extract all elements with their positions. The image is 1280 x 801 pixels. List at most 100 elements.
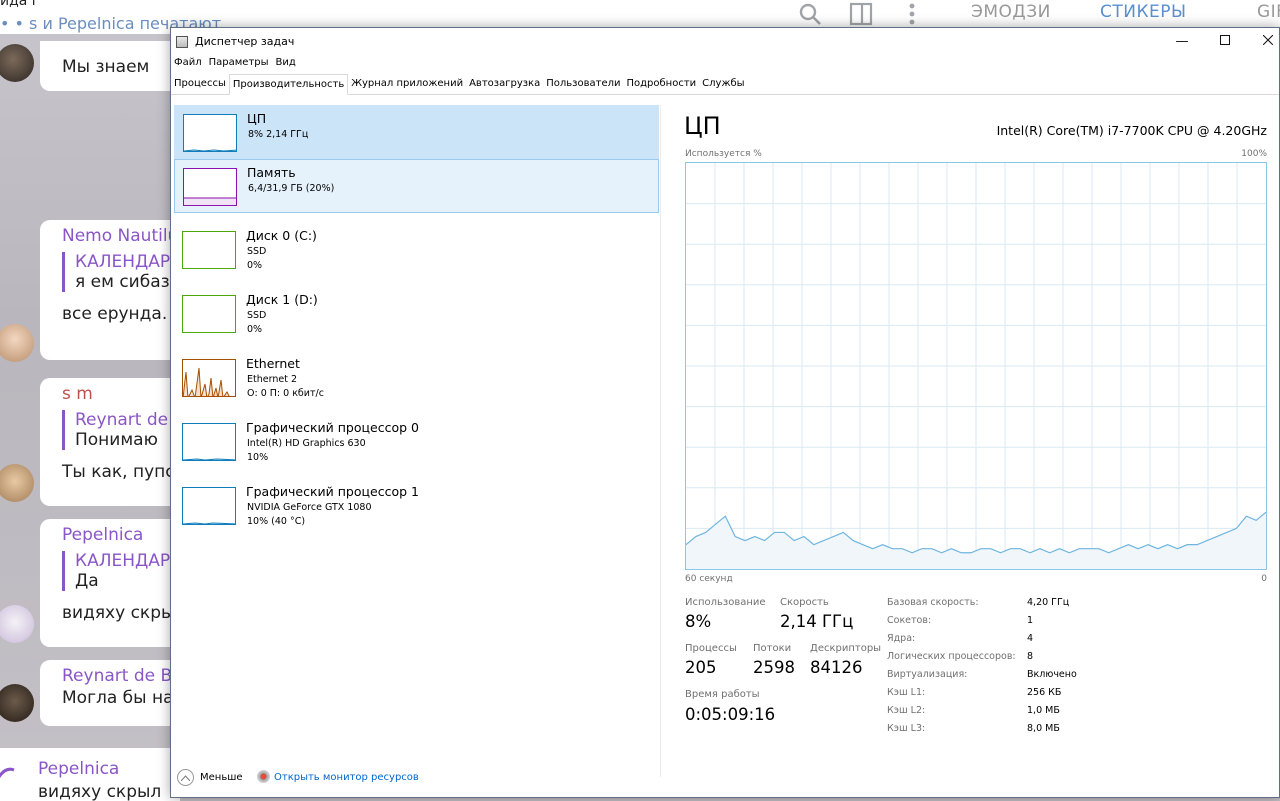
quote-text: Да [75, 571, 99, 591]
tab-emoji[interactable]: ЭМОДЗИ [971, 2, 1051, 22]
tab-bar: Процессы Производительность Журнал прило… [171, 74, 1279, 95]
spec-value: 8 [1027, 651, 1034, 662]
device-ethernet[interactable]: Ethernet Ethernet 2 О: 0 П: 0 кбит/с [174, 351, 659, 405]
axis-label-usage: Используется % [685, 149, 762, 159]
spec-value: 256 КБ [1027, 687, 1062, 698]
search-icon[interactable] [798, 2, 822, 26]
device-usage: 0% [247, 324, 263, 335]
menu-file[interactable]: Файл [174, 57, 202, 73]
axis-label-time: 60 секунд [685, 574, 733, 584]
menu-view[interactable]: Вид [276, 57, 296, 73]
tab-users[interactable]: Пользователи [543, 74, 623, 95]
tab-processes[interactable]: Процессы [171, 74, 229, 95]
spec-value: 1 [1027, 615, 1034, 626]
spec-key: Кэш L1: [887, 687, 926, 698]
message-author[interactable]: s m [62, 384, 180, 404]
device-detail: 8% 2,14 ГГц [248, 129, 309, 140]
memory-thumbnail [183, 168, 237, 206]
tab-details[interactable]: Подробности [623, 74, 699, 95]
quote-text: Понимаю [75, 430, 158, 450]
reply-quote[interactable]: Reynart de Понимаю [62, 410, 180, 450]
message-text: все ерунда. н [62, 304, 180, 324]
device-detail: Intel(R) HD Graphics 630 [247, 438, 366, 449]
avatar[interactable] [0, 44, 34, 82]
threads-label: Потоки [753, 643, 792, 654]
message-author[interactable]: Pepelnica [62, 525, 180, 545]
spec-value: 1,0 МБ [1027, 705, 1060, 716]
spec-key: Кэш L2: [887, 705, 926, 716]
quote-author: Reynart de [75, 410, 169, 430]
threads-value: 2598 [753, 658, 795, 677]
more-vertical-icon[interactable] [900, 2, 924, 26]
device-detail: SSD [247, 310, 267, 321]
spec-key: Базовая скорость: [887, 597, 979, 608]
cpu-model: Intel(R) Core(TM) i7-7700K CPU @ 4.20GHz [996, 123, 1267, 138]
tab-stickers[interactable]: СТИКЕРЫ [1100, 2, 1187, 22]
spec-key: Виртуализация: [887, 669, 968, 680]
reply-quote[interactable]: КАЛЕНДАРЬ Да [62, 551, 180, 591]
reply-quote[interactable]: КАЛЕНДАРЬ я ем сибазон [62, 252, 180, 292]
message-bubble: Мы знаем [40, 41, 180, 91]
message-author[interactable]: Reynart de Bu [62, 666, 180, 686]
minimize-button[interactable]: — [1159, 31, 1205, 53]
tab-app-history[interactable]: Журнал приложений [348, 74, 466, 95]
avatar[interactable] [0, 684, 34, 722]
message-author[interactable]: Nemo Nautilus [62, 226, 180, 246]
device-gpu-0[interactable]: Графический процессор 0 Intel(R) HD Grap… [174, 415, 659, 469]
avatar[interactable] [0, 464, 34, 502]
message-bubble: Pepelnica КАЛЕНДАРЬ Да видяху скрыл [40, 519, 180, 647]
disk-thumbnail [182, 231, 236, 269]
spec-value: 8,0 МБ [1027, 723, 1060, 734]
device-usage: О: 0 П: 0 кбит/с [247, 388, 324, 399]
chevron-up-icon [180, 775, 191, 782]
close-icon [1262, 34, 1274, 46]
device-detail: 6,4/31,9 ГБ (20%) [248, 183, 335, 194]
reply-preview[interactable]: Pepelnica видяху скрыл [0, 748, 180, 801]
device-name: Графический процессор 1 [246, 484, 419, 499]
spec-value: 4,20 ГГц [1027, 597, 1070, 608]
message-text: Ты как, пупс? [62, 462, 180, 482]
collapse-button[interactable] [177, 769, 194, 786]
reply-text: видяху скрыл [38, 782, 162, 801]
quote-author: КАЛЕНДАРЬ [75, 252, 180, 272]
maximize-button[interactable] [1202, 31, 1248, 53]
quote-author: КАЛЕНДАРЬ [75, 551, 180, 571]
device-disk-1[interactable]: Диск 1 (D:) SSD 0% [174, 287, 659, 341]
quote-text: я ем сибазон [75, 272, 180, 292]
gpu-thumbnail [182, 487, 236, 525]
resource-monitor-icon [257, 770, 270, 783]
window-title: Диспетчер задач [195, 35, 295, 48]
sidebar-toggle-icon[interactable] [849, 2, 873, 26]
device-detail: Ethernet 2 [247, 374, 297, 385]
pane-divider[interactable] [660, 105, 661, 777]
tab-services[interactable]: Службы [699, 74, 747, 95]
tab-startup[interactable]: Автозагрузка [466, 74, 543, 95]
device-gpu-1[interactable]: Графический процессор 1 NVIDIA GeForce G… [174, 479, 659, 533]
gpu-thumbnail [182, 423, 236, 461]
device-disk-0[interactable]: Диск 0 (C:) SSD 0% [174, 223, 659, 277]
menu-options[interactable]: Параметры [209, 57, 269, 73]
device-cpu[interactable]: ЦП 8% 2,14 ГГц [174, 105, 659, 159]
device-name: Графический процессор 0 [246, 420, 419, 435]
device-memory[interactable]: Память 6,4/31,9 ГБ (20%) [174, 159, 659, 213]
tab-performance[interactable]: Производительность [228, 74, 349, 95]
uptime-value: 0:05:09:16 [685, 705, 776, 724]
spec-value: 4 [1027, 633, 1034, 644]
utilization-label: Использование [685, 597, 766, 608]
processes-value: 205 [685, 658, 717, 677]
fewer-details-link[interactable]: Меньше [200, 772, 243, 783]
device-name: Диск 1 (D:) [246, 292, 318, 307]
open-resource-monitor-link[interactable]: Открыть монитор ресурсов [274, 772, 419, 783]
avatar[interactable] [0, 324, 34, 362]
cpu-title: ЦП [684, 112, 721, 140]
axis-label-max: 100% [1241, 149, 1267, 159]
avatar[interactable] [0, 605, 34, 643]
device-name: ЦП [247, 111, 267, 126]
maximize-icon [1220, 35, 1230, 45]
close-button[interactable] [1245, 31, 1280, 53]
cpu-usage-chart [685, 163, 1267, 569]
spec-key: Сокетов: [887, 615, 932, 626]
title-bar[interactable]: Диспетчер задач — [171, 28, 1279, 56]
device-detail: SSD [247, 246, 267, 257]
tab-gif[interactable]: GIF [1257, 2, 1280, 22]
